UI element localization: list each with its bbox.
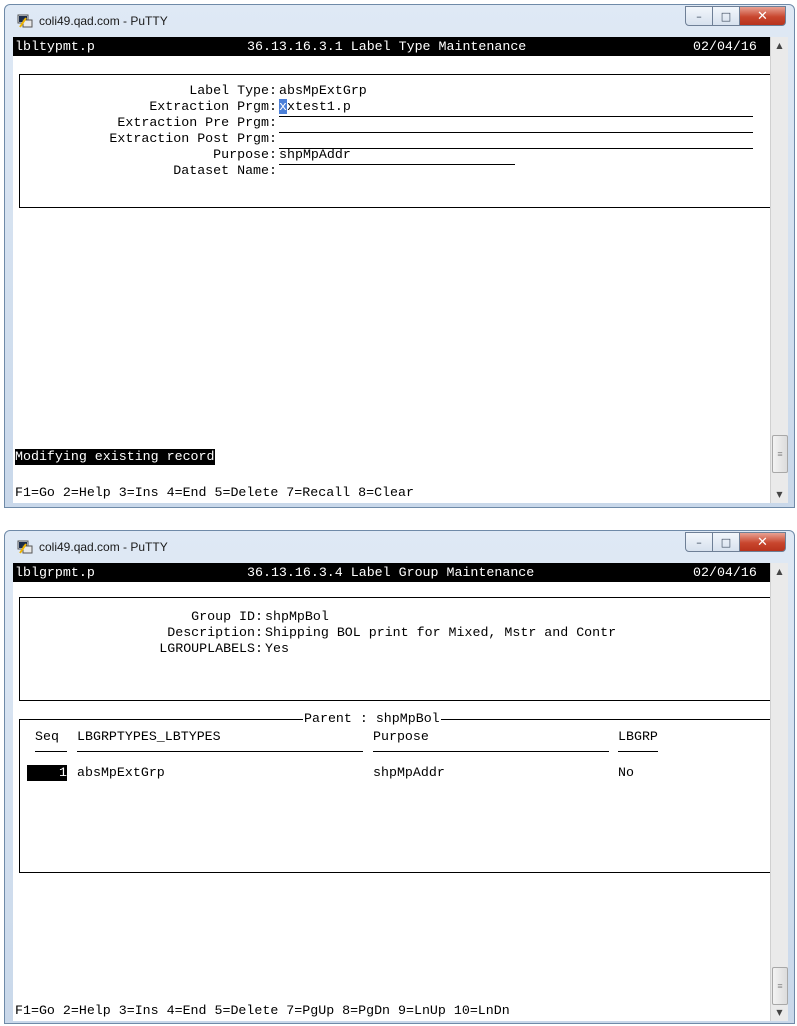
scroll-down-arrow-icon[interactable]: ▼ (771, 1004, 788, 1021)
maximize-icon[interactable]: □ (713, 532, 740, 552)
purpose-field[interactable]: shpMpAddr (279, 147, 351, 163)
scroll-up-arrow-icon[interactable]: ▲ (771, 563, 788, 580)
lgrouplabels-label: LGROUPLABELS: (159, 641, 263, 656)
description-value: Shipping BOL print for Mixed, Mstr and C… (265, 625, 617, 640)
screen-header: lblgrpmt.p 36.13.16.3.4 Label Group Main… (13, 563, 773, 582)
column-lbgrptypes: LBGRPTYPES_LBTYPES (77, 729, 221, 744)
minimize-icon[interactable]: – (685, 532, 713, 552)
putty-window-label-group: coli49.qad.com - PuTTY – □ ✕ lblgrpmt.p … (4, 530, 795, 1024)
putty-icon (17, 540, 33, 554)
parent-frame-title: Parent : shpMpBol (303, 711, 441, 727)
column-purpose: Purpose (373, 729, 429, 744)
extraction-prgm-value: xtest1.p (286, 99, 351, 114)
column-lbgrp: LBGRP (618, 729, 658, 744)
extraction-post-prgm-label: Extraction Post Prgm: (109, 131, 277, 146)
status-message: Modifying existing record (15, 449, 215, 465)
screen-header: lbltypmt.p 36.13.16.3.1 Label Type Maint… (13, 37, 773, 56)
maximize-icon[interactable]: □ (713, 6, 740, 26)
function-key-bar: F1=Go 2=Help 3=Ins 4=End 5=Delete 7=PgUp… (15, 1003, 510, 1018)
column-lbgrptypes-underline (77, 751, 363, 752)
scroll-down-arrow-icon[interactable]: ▼ (771, 486, 788, 503)
purpose-underline (279, 164, 515, 165)
column-seq: Seq (35, 729, 59, 744)
lgrouplabels-value: Yes (265, 641, 289, 656)
menu-title: 36.13.16.3.1 Label Type Maintenance (247, 39, 527, 54)
row-seq-cell[interactable]: 1 (27, 765, 67, 781)
row-lbgrp-cell: No (618, 765, 634, 780)
purpose-label: Purpose: (213, 147, 277, 162)
row-types-cell: absMpExtGrp (77, 765, 165, 780)
title-bar[interactable]: coli49.qad.com - PuTTY – □ ✕ (5, 531, 794, 563)
row-purpose-cell: shpMpAddr (373, 765, 445, 780)
screen-date: 02/04/16 (693, 565, 757, 580)
scroll-up-arrow-icon[interactable]: ▲ (771, 37, 788, 54)
minimize-icon[interactable]: – (685, 6, 713, 26)
extraction-prgm-label: Extraction Prgm: (149, 99, 277, 114)
function-key-bar: F1=Go 2=Help 3=Ins 4=End 5=Delete 7=Reca… (15, 485, 414, 500)
label-type-label: Label Type: (189, 83, 277, 98)
program-name: lblgrpmt.p (15, 565, 95, 580)
window-title: coli49.qad.com - PuTTY (39, 14, 168, 28)
window-title: coli49.qad.com - PuTTY (39, 540, 168, 554)
close-icon[interactable]: ✕ (740, 6, 786, 26)
terminal-screen[interactable]: lbltypmt.p 36.13.16.3.1 Label Type Maint… (13, 37, 773, 503)
label-type-value: absMpExtGrp (279, 83, 367, 98)
screen-date: 02/04/16 (693, 39, 757, 54)
scrollbar[interactable]: ▲ ≡ ▼ (770, 563, 788, 1021)
putty-icon (17, 14, 33, 28)
program-name: lbltypmt.p (15, 39, 95, 54)
scroll-thumb[interactable]: ≡ (772, 435, 788, 473)
scroll-thumb[interactable]: ≡ (772, 967, 788, 1005)
group-id-label: Group ID: (191, 609, 263, 624)
column-purpose-underline (373, 751, 609, 752)
putty-window-label-type: coli49.qad.com - PuTTY – □ ✕ lbltypmt.p … (4, 4, 795, 508)
extraction-pre-prgm-label: Extraction Pre Prgm: (117, 115, 277, 130)
description-label: Description: (167, 625, 263, 640)
extraction-prgm-field[interactable]: xxtest1.p (279, 99, 351, 115)
group-id-value: shpMpBol (265, 609, 329, 624)
title-bar[interactable]: coli49.qad.com - PuTTY – □ ✕ (5, 5, 794, 37)
scrollbar[interactable]: ▲ ≡ ▼ (770, 37, 788, 503)
extraction-pre-prgm-underline (279, 132, 753, 133)
menu-title: 36.13.16.3.4 Label Group Maintenance (247, 565, 535, 580)
column-lbgrp-underline (618, 751, 658, 752)
extraction-prgm-underline (279, 116, 753, 117)
dataset-name-label: Dataset Name: (173, 163, 277, 178)
terminal-screen[interactable]: lblgrpmt.p 36.13.16.3.4 Label Group Main… (13, 563, 773, 1021)
close-icon[interactable]: ✕ (740, 532, 786, 552)
column-seq-underline (35, 751, 67, 752)
text-cursor: x (279, 99, 287, 114)
